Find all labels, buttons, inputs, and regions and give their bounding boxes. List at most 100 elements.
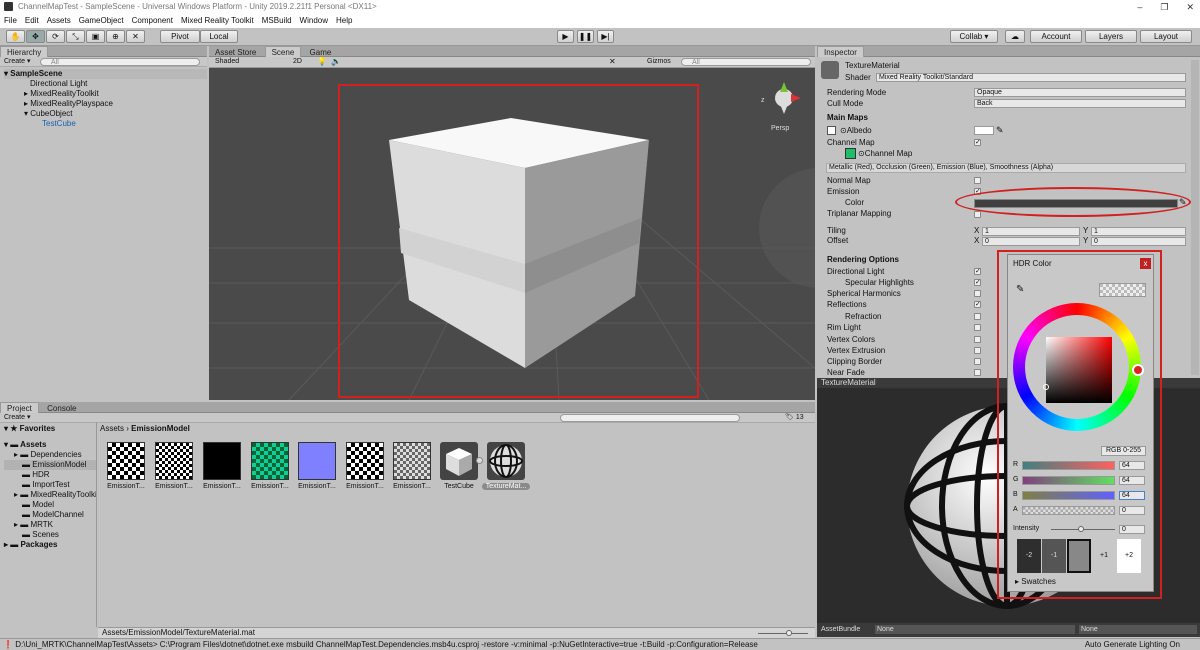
inspector-scrollbar[interactable] — [1191, 60, 1199, 375]
reflections-checkbox[interactable]: ✓ — [974, 301, 981, 308]
thumbnail-size-slider[interactable] — [758, 633, 808, 634]
clipping-border-checkbox[interactable] — [974, 358, 981, 365]
collab-button[interactable]: Collab ▾ — [950, 30, 998, 43]
asset-bundle-dropdown[interactable]: None — [875, 625, 1075, 634]
project-folder[interactable]: ▸ ▬ MixedRealityToolki — [4, 490, 96, 500]
asset-thumbnail[interactable] — [346, 442, 384, 480]
asset-thumbnail[interactable] — [251, 442, 289, 480]
asset-thumbnail[interactable] — [203, 442, 241, 480]
rendering-mode-dropdown[interactable]: Opaque — [974, 88, 1186, 97]
refraction-checkbox[interactable] — [974, 313, 981, 320]
channel-map-texture-slot[interactable] — [845, 148, 856, 159]
near-fade-checkbox[interactable] — [974, 369, 981, 376]
menu-gameobject[interactable]: GameObject — [79, 14, 124, 28]
asset-variant-dropdown[interactable]: None — [1079, 625, 1197, 634]
menu-help[interactable]: Help — [336, 14, 352, 28]
transform-tool-icon[interactable]: ⊕ — [106, 30, 125, 43]
asset-thumbnail[interactable] — [298, 442, 336, 480]
step-button[interactable]: ▶| — [597, 30, 614, 43]
hierarchy-search-input[interactable]: All — [40, 58, 200, 66]
tiling-x-input[interactable]: 1 — [982, 227, 1080, 236]
pause-button[interactable]: ❚❚ — [577, 30, 594, 43]
cull-mode-dropdown[interactable]: Back — [974, 99, 1186, 108]
close-button[interactable]: ✕ — [1186, 0, 1194, 14]
cloud-icon[interactable]: ☁ — [1005, 30, 1025, 43]
play-button[interactable]: ▶ — [557, 30, 574, 43]
menu-component[interactable]: Component — [132, 14, 173, 28]
project-folder[interactable]: ▬ Model — [4, 500, 96, 510]
packages-node[interactable]: ▸ ▬ Packages — [4, 540, 96, 550]
asset-thumbnail[interactable] — [440, 442, 478, 480]
pivot-toggle[interactable]: Pivot — [160, 30, 200, 43]
hierarchy-item[interactable]: Directional Light — [4, 79, 207, 89]
triplanar-checkbox[interactable] — [974, 211, 981, 218]
asset-thumbnail-selected[interactable] — [487, 442, 525, 480]
assets-node[interactable]: ▾ ▬ Assets — [4, 440, 96, 450]
menu-msbuild[interactable]: MSBuild — [262, 14, 292, 28]
scene-root[interactable]: ▾ SampleScene — [4, 69, 207, 79]
custom-tool-icon[interactable]: ✕ — [126, 30, 145, 43]
albedo-color-field[interactable] — [974, 126, 994, 135]
directional-light-checkbox[interactable]: ✓ — [974, 268, 981, 275]
hierarchy-create-button[interactable]: Create ▾ — [4, 58, 30, 65]
tiling-y-input[interactable]: 1 — [1091, 227, 1186, 236]
menu-edit[interactable]: Edit — [25, 14, 39, 28]
menu-window[interactable]: Window — [300, 14, 328, 28]
gizmos-dropdown[interactable]: Gizmos — [647, 58, 671, 65]
mode-2d-toggle[interactable]: 2D — [293, 58, 302, 65]
layers-dropdown[interactable]: Layers — [1085, 30, 1137, 43]
maximize-button[interactable]: ❐ — [1160, 0, 1168, 14]
project-create-button[interactable]: Create ▾ — [4, 414, 30, 421]
hierarchy-item[interactable]: ▸ MixedRealityToolkit — [4, 89, 207, 99]
account-dropdown[interactable]: Account — [1030, 30, 1082, 43]
hand-tool-icon[interactable]: ✋ — [6, 30, 25, 43]
menu-assets[interactable]: Assets — [47, 14, 71, 28]
tab-scene[interactable]: Scene — [264, 46, 302, 57]
local-toggle[interactable]: Local — [200, 30, 238, 43]
albedo-texture-slot[interactable] — [827, 126, 836, 135]
specular-checkbox[interactable]: ✓ — [974, 279, 981, 286]
project-folder-selected[interactable]: ▬ EmissionModel — [4, 460, 96, 470]
rotate-tool-icon[interactable]: ⟳ — [46, 30, 65, 43]
project-folder[interactable]: ▬ Scenes — [4, 530, 96, 540]
rim-light-checkbox[interactable] — [974, 324, 981, 331]
asset-thumbnail[interactable] — [155, 442, 193, 480]
hierarchy-item-selected[interactable]: TestCube — [4, 119, 207, 129]
tools-icon[interactable]: ✕ — [609, 57, 616, 66]
channel-map-checkbox[interactable]: ✓ — [974, 139, 981, 146]
scene-search-input[interactable]: All — [681, 58, 811, 66]
rect-tool-icon[interactable]: ▣ — [86, 30, 105, 43]
favorites-node[interactable]: ▾ ★ Favorites — [4, 424, 96, 434]
project-folder[interactable]: ▬ ImportTest — [4, 480, 96, 490]
hierarchy-item[interactable]: ▸ MixedRealityPlayspace — [4, 99, 207, 109]
hierarchy-item[interactable]: ▾ CubeObject — [4, 109, 207, 119]
minimize-button[interactable]: – — [1137, 0, 1142, 14]
scene-gizmo-icon[interactable]: z — [761, 82, 801, 114]
offset-y-input[interactable]: 0 — [1091, 237, 1186, 246]
project-search-input[interactable] — [560, 414, 740, 422]
project-folder[interactable]: ▬ ModelChannel — [4, 510, 96, 520]
thumbnail-size-thumb[interactable] — [786, 630, 792, 636]
breadcrumb-assets[interactable]: Assets — [100, 424, 124, 433]
asset-thumbnail[interactable] — [393, 442, 431, 480]
tab-inspector[interactable]: Inspector — [817, 46, 864, 57]
menu-mrtk[interactable]: Mixed Reality Toolkit — [181, 14, 254, 28]
expand-prefab-icon[interactable] — [476, 457, 483, 464]
project-folder[interactable]: ▸ ▬ Dependencies — [4, 450, 96, 460]
project-folder[interactable]: ▸ ▬ MRTK — [4, 520, 96, 530]
audio-toggle-icon[interactable]: 🔈 — [331, 57, 341, 66]
normal-map-checkbox[interactable] — [974, 177, 981, 184]
vertex-extrusion-checkbox[interactable] — [974, 347, 981, 354]
asset-thumbnail[interactable] — [107, 442, 145, 480]
move-tool-icon[interactable]: ✥ — [26, 30, 45, 43]
layout-dropdown[interactable]: Layout — [1140, 30, 1192, 43]
eyedropper-icon[interactable]: ✎ — [996, 125, 1004, 136]
offset-x-input[interactable]: 0 — [982, 237, 1080, 246]
tab-hierarchy[interactable]: Hierarchy — [0, 46, 49, 57]
vertex-colors-checkbox[interactable] — [974, 336, 981, 343]
scale-tool-icon[interactable]: ⤡ — [66, 30, 85, 43]
shading-mode-dropdown[interactable]: Shaded — [215, 58, 239, 65]
tab-project[interactable]: Project — [0, 402, 39, 413]
spherical-checkbox[interactable] — [974, 290, 981, 297]
shader-dropdown[interactable]: Mixed Reality Toolkit/Standard — [876, 73, 1186, 82]
